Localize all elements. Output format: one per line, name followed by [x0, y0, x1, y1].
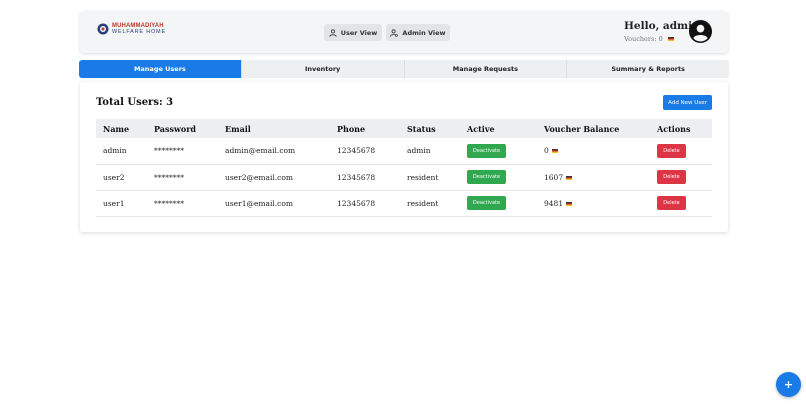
cell-actions: Delete: [650, 138, 712, 164]
deactivate-button[interactable]: Deactivate: [467, 196, 506, 210]
table-row: user1 ******** user1@email.com 12345678 …: [96, 190, 712, 216]
vouchers-count: Vouchers: 0: [624, 35, 674, 43]
column-header-status: Status: [407, 123, 436, 134]
logo[interactable]: MUHAMMADIYAH WELFARE HOME: [97, 23, 166, 35]
cell-name: user2: [103, 172, 125, 182]
table-header-row: Name Password Email Phone Status Active …: [96, 119, 712, 138]
cell-password: ********: [154, 146, 184, 156]
delete-button[interactable]: Delete: [657, 143, 686, 158]
column-header-name: Name: [103, 123, 130, 134]
voucher-icon: [566, 175, 573, 180]
cell-email: admin@email.com: [225, 146, 296, 156]
cell-status: resident: [407, 198, 439, 208]
tab-bar: Manage Users Inventory Manage Requests S…: [79, 60, 729, 78]
user-icon: [329, 28, 337, 37]
cell-phone: 12345678: [337, 172, 376, 182]
admin-user-icon: [390, 28, 399, 37]
balance-value: 1607: [544, 172, 564, 182]
delete-button[interactable]: Delete: [657, 170, 686, 184]
app-header: MUHAMMADIYAH WELFARE HOME User View Admi…: [80, 11, 728, 53]
column-header-voucher-balance: Voucher Balance: [544, 123, 620, 134]
cell-phone: 12345678: [337, 146, 376, 156]
cell-voucher-balance: 0: [537, 138, 650, 164]
tab-summary-reports[interactable]: Summary & Reports: [567, 60, 729, 78]
logo-line2: WELFARE HOME: [112, 29, 166, 35]
voucher-icon: [566, 201, 573, 206]
cell-active: Deactivate: [460, 164, 537, 190]
user-view-label: User View: [340, 28, 378, 37]
column-header-password: Password: [154, 123, 197, 134]
deactivate-button[interactable]: Deactivate: [467, 170, 506, 184]
cell-password: ********: [154, 198, 184, 208]
logo-mark-icon: [97, 23, 109, 35]
table-row: user2 ******** user2@email.com 12345678 …: [96, 164, 712, 190]
user-view-button[interactable]: User View: [324, 24, 382, 41]
voucher-icon: [551, 149, 558, 154]
users-panel: Total Users: 3 Add New User Name Passwor…: [80, 82, 728, 232]
column-header-email: Email: [225, 123, 251, 134]
admin-view-label: Admin View: [402, 28, 446, 37]
cell-password: ********: [154, 172, 184, 182]
tab-manage-users[interactable]: Manage Users: [79, 60, 242, 78]
cell-voucher-balance: 9481: [537, 190, 650, 216]
cell-name: admin: [103, 146, 127, 156]
cell-email: user2@email.com: [225, 172, 294, 182]
cell-name: user1: [103, 198, 125, 208]
balance-value: 0: [544, 146, 549, 156]
column-header-actions: Actions: [657, 123, 691, 134]
cell-voucher-balance: 1607: [537, 164, 650, 190]
total-users-heading: Total Users: 3: [96, 97, 174, 108]
delete-button[interactable]: Delete: [657, 196, 686, 210]
cell-phone: 12345678: [337, 198, 376, 208]
cell-actions: Delete: [650, 164, 712, 190]
cell-active: Deactivate: [460, 190, 537, 216]
cell-status: admin: [407, 146, 431, 156]
vouchers-text: Vouchers: 0: [624, 35, 663, 43]
column-header-phone: Phone: [337, 123, 366, 134]
users-table: Name Password Email Phone Status Active …: [96, 119, 712, 217]
table-row: admin ******** admin@email.com 12345678 …: [96, 138, 712, 164]
cell-email: user1@email.com: [225, 198, 294, 208]
admin-view-button[interactable]: Admin View: [386, 24, 450, 41]
tab-manage-requests[interactable]: Manage Requests: [405, 60, 568, 78]
cell-actions: Delete: [650, 190, 712, 216]
add-new-user-button[interactable]: Add New User: [663, 95, 712, 110]
deactivate-button[interactable]: Deactivate: [467, 143, 506, 158]
avatar[interactable]: [689, 20, 712, 43]
cell-status: resident: [407, 172, 439, 182]
column-header-active: Active: [467, 123, 495, 134]
balance-value: 9481: [544, 198, 564, 208]
voucher-icon: [667, 37, 674, 41]
cell-active: Deactivate: [460, 138, 537, 164]
floating-add-button[interactable]: +: [776, 372, 801, 397]
tab-inventory[interactable]: Inventory: [242, 60, 405, 78]
